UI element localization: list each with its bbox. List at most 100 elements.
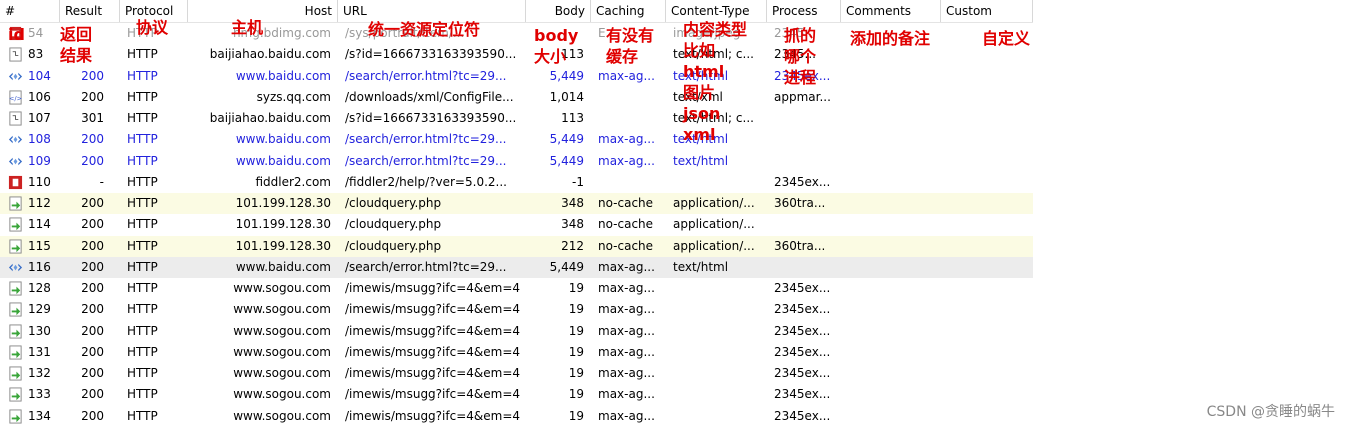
arrow-icon: [8, 345, 23, 360]
cell-body: 19: [568, 408, 584, 423]
cell-result: 200: [81, 259, 104, 274]
cell-content-type: [673, 299, 765, 320]
cell-host: www.sogou.com: [233, 387, 331, 402]
cell-result: 200: [81, 387, 104, 402]
cell-host: www.baidu.com: [235, 68, 331, 83]
cell-protocol: HTTP: [127, 302, 158, 317]
cell-url: /search/error.html?tc=29...: [345, 132, 507, 147]
session-row[interactable]: 112 200 HTTP 101.199.128.30/cloudquery.php 3…: [0, 193, 1033, 214]
stop-icon: [8, 175, 23, 190]
cell-content-type: [673, 406, 765, 427]
cell-id: 133: [28, 387, 51, 402]
annotation-result: 结果: [60, 46, 93, 65]
annotation-ctype: html: [683, 62, 725, 81]
session-row[interactable]: </> 106 200 HTTP syzs.qq.com/downloads/xml/C…: [0, 86, 1033, 108]
arrow-icon: [8, 323, 23, 339]
session-row[interactable]: 107 301 HTTP baijiahao.baidu.com/s?id=16667…: [0, 108, 1033, 129]
cell-protocol: HTTP: [127, 132, 158, 147]
diamond-icon: [8, 132, 23, 147]
session-row[interactable]: 109 200 HTTP www.baidu.com/search/error.htm…: [0, 150, 1033, 172]
cell-id: 54: [28, 26, 44, 40]
cell-content-type: [673, 384, 765, 405]
column-header-caching[interactable]: Caching: [591, 0, 666, 22]
session-row[interactable]: 130 200 HTTP www.sogou.com/imewis/msugg?ifc…: [0, 320, 1033, 342]
cell-url: /search/error.html?tc=29...: [345, 259, 507, 274]
cell-url: /imewis/msugg?ifc=4&em=4: [345, 387, 521, 402]
cell-content-type: [673, 363, 765, 384]
session-row[interactable]: 115 200 HTTP 101.199.128.30/cloudquery.php 2…: [0, 235, 1033, 257]
cell-caching: max-ag...: [598, 259, 655, 274]
cell-url: /downloads/xml/ConfigFile...: [345, 89, 514, 104]
annotation-process: 进程: [784, 68, 817, 87]
cell-host: syzs.qq.com: [256, 89, 331, 104]
cell-protocol: HTTP: [127, 196, 158, 210]
column-header-id[interactable]: #: [0, 0, 60, 22]
session-row[interactable]: 128 200 HTTP www.sogou.com/imewis/msugg?ifc…: [0, 278, 1033, 299]
annotation-ctype: 图片: [683, 83, 716, 102]
cell-url: /imewis/msugg?ifc=4&em=4: [345, 344, 521, 359]
cell-protocol: HTTP: [127, 408, 158, 423]
cell-body: 5,449: [549, 68, 584, 83]
session-row[interactable]: 129 200 HTTP www.sogou.com/imewis/msugg?ifc…: [0, 299, 1033, 321]
cell-process: 2345ex...: [774, 323, 831, 338]
session-row[interactable]: 132 200 HTTP www.sogou.com/imewis/msugg?ifc…: [0, 363, 1033, 384]
cell-protocol: HTTP: [127, 47, 158, 62]
cell-id: 109: [28, 153, 51, 168]
cell-process: 2345ex...: [774, 174, 831, 189]
cell-body: 212: [561, 238, 584, 253]
cell-host: www.baidu.com: [235, 259, 331, 274]
cell-url: /search/error.html?tc=29...: [345, 68, 507, 83]
column-header-comments[interactable]: Comments: [841, 0, 941, 22]
cell-caching: max-ag...: [598, 408, 655, 423]
cell-url: /imewis/msugg?ifc=4&em=4: [345, 302, 521, 317]
cell-process: 360tra...: [774, 196, 826, 210]
cell-result: 200: [81, 366, 104, 380]
cell-content-type: application/...: [673, 196, 755, 210]
column-header-content-type[interactable]: Content-Type: [666, 0, 767, 22]
session-row[interactable]: 131 200 HTTP www.sogou.com/imewis/msugg?ifc…: [0, 341, 1033, 363]
session-row[interactable]: 116 200 HTTP www.baidu.com/search/error.htm…: [0, 256, 1033, 278]
cell-id: 115: [28, 238, 51, 253]
cell-caching: max-ag...: [598, 153, 655, 168]
cell-id: 110: [28, 174, 51, 189]
cell-host: 101.199.128.30: [235, 238, 331, 253]
cell-protocol: HTTP: [127, 281, 158, 295]
cell-id: 131: [28, 344, 51, 359]
session-row[interactable]: 110 - HTTP fiddler2.com/fiddler2/help/?ver=…: [0, 171, 1033, 193]
session-row[interactable]: 134 200 HTTP www.sogou.com/imewis/msugg?ifc…: [0, 405, 1033, 427]
cell-caching: [598, 172, 664, 193]
cell-protocol: HTTP: [127, 344, 158, 359]
cell-process: 2345ex...: [774, 408, 831, 423]
cell-process: 360tra...: [774, 238, 826, 253]
cell-protocol: HTTP: [127, 111, 158, 125]
session-row[interactable]: 133 200 HTTP www.sogou.com/imewis/msugg?ifc…: [0, 384, 1033, 406]
cell-protocol: HTTP: [127, 366, 158, 380]
cell-host: baijiahao.baidu.com: [209, 111, 331, 125]
cell-result: 200: [81, 302, 104, 317]
session-row[interactable]: 108 200 HTTP www.baidu.com/search/error.htm…: [0, 129, 1033, 151]
column-header-url[interactable]: URL: [338, 0, 526, 22]
cell-url: /s?id=1666733163393590...: [345, 111, 517, 125]
annotation-id: id: [8, 25, 25, 44]
column-header-process[interactable]: Process: [767, 0, 841, 22]
cell-process: [774, 129, 840, 150]
annotation-host: 主机: [231, 18, 264, 37]
cell-result: 200: [81, 89, 104, 104]
cell-host: www.sogou.com: [233, 344, 331, 359]
cell-result: -: [99, 174, 104, 189]
column-header-result[interactable]: Result: [60, 0, 120, 22]
cell-id: 134: [28, 408, 51, 423]
cell-content-type: text/html: [673, 259, 729, 274]
annotation-body: body: [534, 26, 579, 45]
cell-protocol: HTTP: [127, 387, 158, 402]
session-row[interactable]: 114 200 HTTP 101.199.128.30/cloudquery.php 3…: [0, 214, 1033, 236]
cell-result: 200: [81, 68, 104, 83]
column-header-body[interactable]: Body: [526, 0, 591, 22]
cell-body: 5,449: [549, 153, 584, 168]
cell-process: 2345ex...: [774, 281, 831, 295]
session-row[interactable]: 104 200 HTTP www.baidu.com/search/error.htm…: [0, 65, 1033, 87]
cell-content-type: application/...: [673, 238, 755, 253]
column-header-custom[interactable]: Custom: [941, 0, 1033, 22]
cell-body: 5,449: [549, 132, 584, 147]
cell-content-type: [673, 278, 765, 299]
